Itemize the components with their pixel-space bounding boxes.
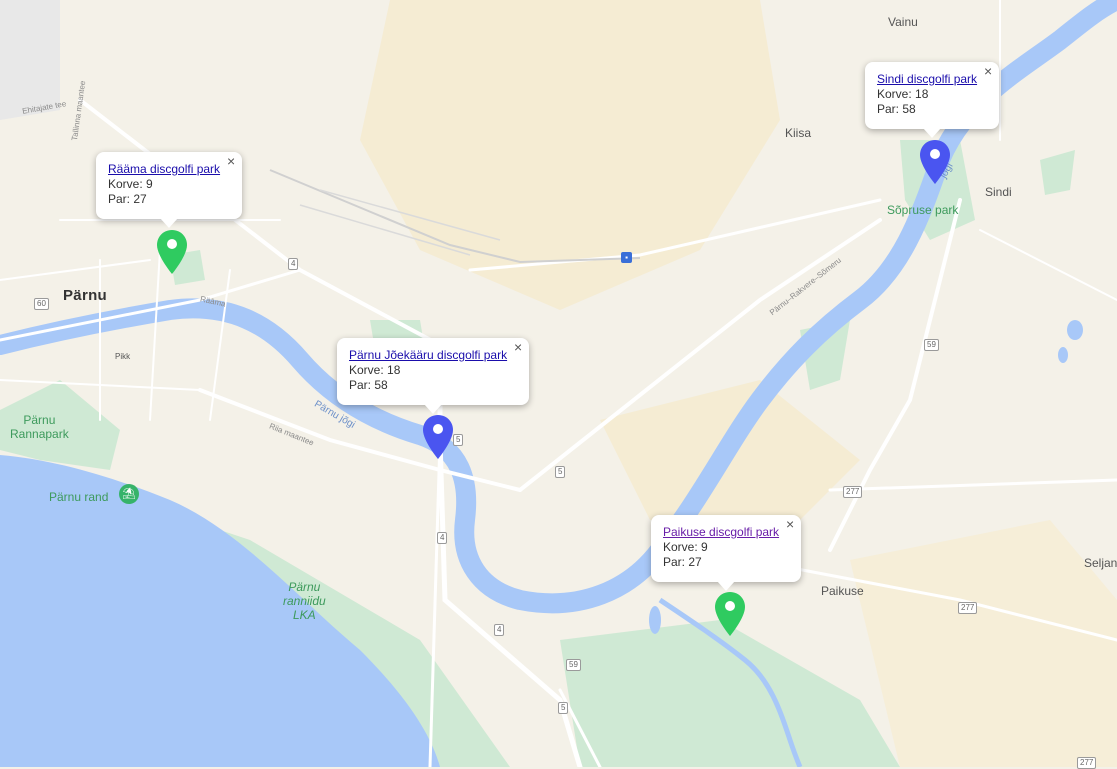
- road-shield: 277: [843, 486, 863, 498]
- korve-count: Korve: 9: [108, 177, 153, 191]
- road-shield: 5: [558, 702, 569, 714]
- par-value: Par: 27: [663, 555, 702, 569]
- beach-icon[interactable]: ⛱: [119, 484, 139, 504]
- lake: [649, 606, 661, 634]
- town-label-paikuse: Paikuse: [821, 584, 864, 598]
- city-label-parnu: Pärnu: [63, 287, 108, 304]
- lake: [1058, 347, 1068, 363]
- info-window-joekaaru: × Pärnu Jõekääru discgolfi park Korve: 1…: [337, 338, 530, 414]
- par-value: Par: 58: [877, 102, 916, 116]
- korve-count: Korve: 9: [663, 540, 708, 554]
- road-shield: 60: [34, 298, 49, 310]
- town-label-sindi: Sindi: [985, 185, 1012, 199]
- close-icon[interactable]: ×: [784, 517, 796, 531]
- marker-pin-paikuse[interactable]: [714, 591, 746, 637]
- lake: [1067, 320, 1083, 340]
- street-label-pikk: Pikk: [115, 352, 131, 361]
- marker-pin-raama[interactable]: [156, 229, 188, 275]
- marker-pin-sindi[interactable]: [919, 139, 951, 185]
- park-label-rand: Pärnu rand: [49, 490, 109, 504]
- town-label-vainu: Vainu: [888, 15, 918, 29]
- road-shield: 4: [288, 258, 299, 270]
- park-label-rannapark: Pärnu Rannapark: [10, 413, 69, 441]
- info-window-paikuse: × Paikuse discgolfi park Korve: 9 Par: 2…: [651, 515, 802, 591]
- road-shield: 4: [437, 532, 448, 544]
- park-link-raama[interactable]: Rääma discgolfi park: [108, 162, 220, 177]
- close-icon[interactable]: ×: [512, 340, 524, 354]
- par-value: Par: 27: [108, 192, 147, 206]
- park-link-paikuse[interactable]: Paikuse discgolfi park: [663, 525, 779, 540]
- marker-pin-joekaaru[interactable]: [422, 414, 454, 460]
- korve-count: Korve: 18: [349, 363, 401, 377]
- close-icon[interactable]: ×: [982, 64, 994, 78]
- info-window-sindi: × Sindi discgolfi park Korve: 18 Par: 58: [865, 62, 1000, 138]
- road-shield: 59: [566, 659, 581, 671]
- park-label-lka: Pärnu ranniidu LKA: [283, 580, 326, 622]
- park-link-sindi[interactable]: Sindi discgolfi park: [877, 72, 977, 87]
- town-label-kiisa: Kiisa: [785, 126, 812, 140]
- park-link-joekaaru[interactable]: Pärnu Jõekääru discgolfi park: [349, 348, 507, 363]
- par-value: Par: 58: [349, 378, 388, 392]
- close-icon[interactable]: ×: [225, 154, 237, 168]
- road-shield: 4: [494, 624, 505, 636]
- road-shield: 5: [453, 434, 464, 446]
- town-label-seljan: Seljan: [1084, 556, 1117, 570]
- train-station-icon[interactable]: ▪: [621, 252, 632, 263]
- road-shield: 5: [555, 466, 566, 478]
- road-shield: 277: [958, 602, 978, 614]
- info-window-raama: × Rääma discgolfi park Korve: 9 Par: 27: [96, 152, 243, 228]
- road-shield: 59: [924, 339, 939, 351]
- korve-count: Korve: 18: [877, 87, 929, 101]
- park-label-sopruse: Sõpruse park: [887, 203, 959, 217]
- road-shield: 277: [1077, 757, 1097, 769]
